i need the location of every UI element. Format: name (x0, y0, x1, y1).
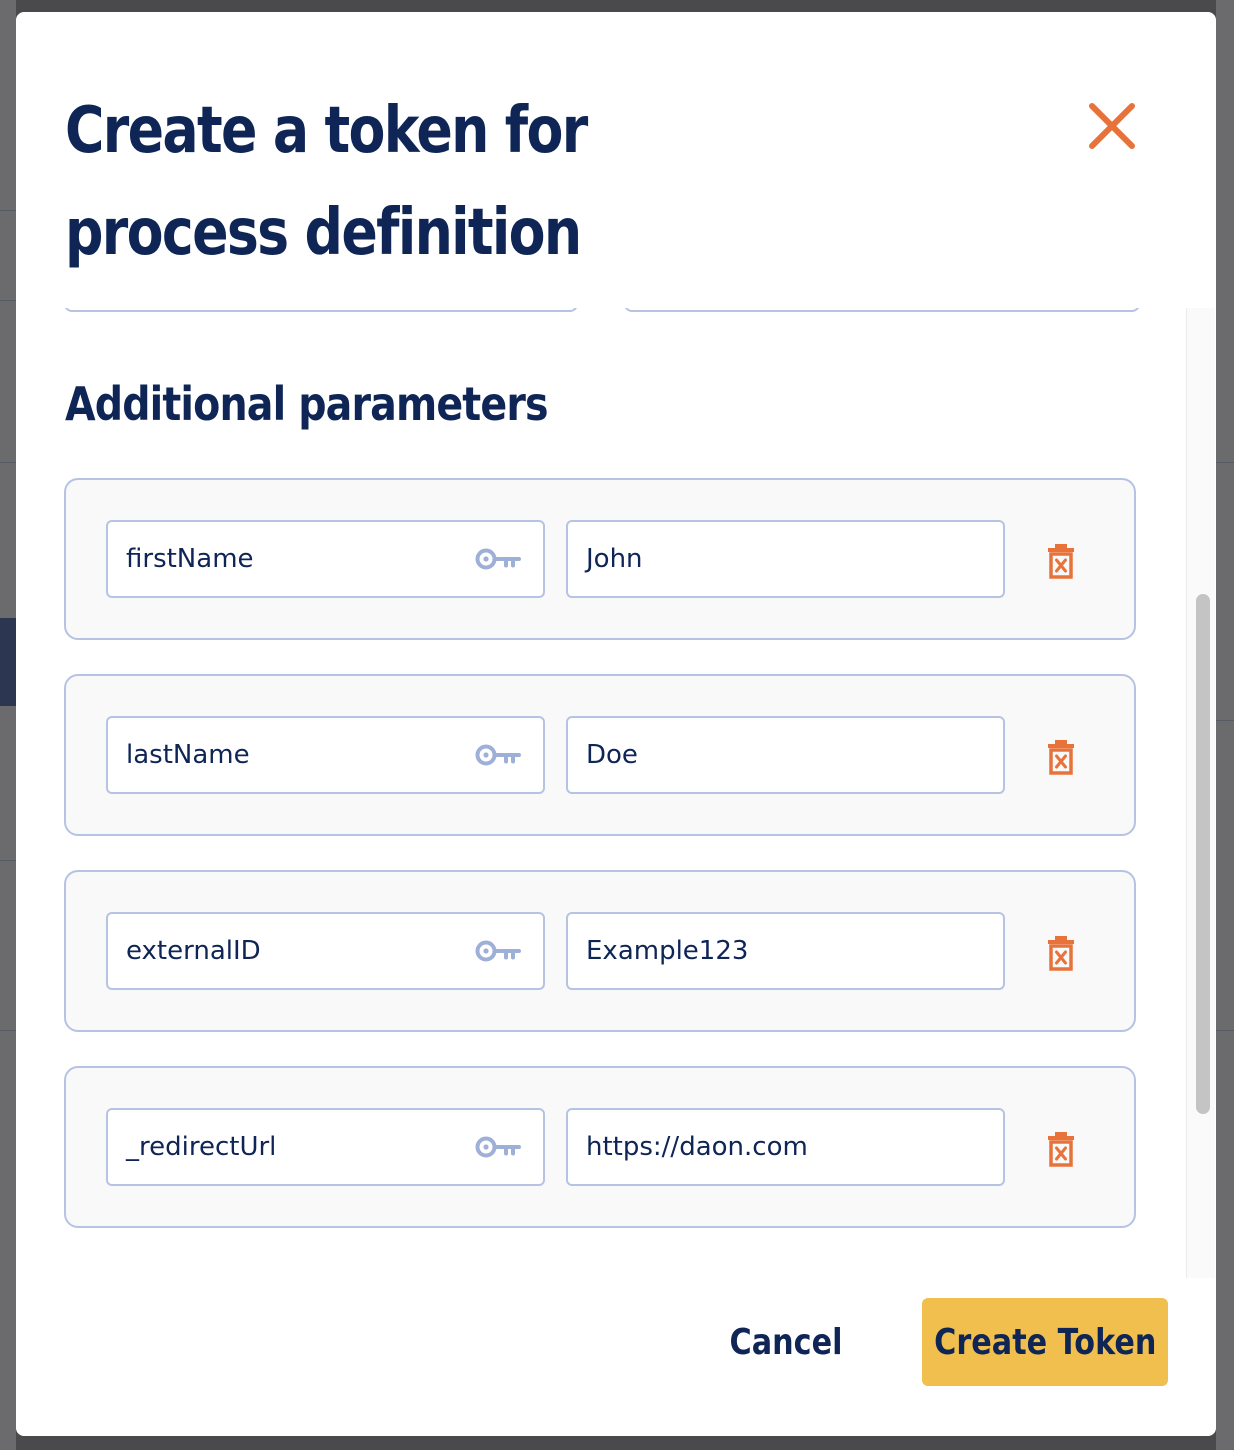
modal-scroll-area[interactable]: Additional parameters firstName John las… (16, 308, 1216, 1278)
parameter-card: externalID Example123 (64, 870, 1136, 1032)
partial-field-left[interactable] (64, 308, 578, 312)
background-button-fragment (0, 618, 16, 706)
parameter-value-text: Example123 (586, 936, 749, 966)
background-divider (1216, 1030, 1234, 1031)
background-divider (0, 462, 16, 463)
parameter-value-text: https://daon.com (586, 1132, 808, 1162)
cancel-button[interactable]: Cancel (719, 1298, 853, 1386)
create-token-modal: Create a token for process definition Ad… (16, 12, 1216, 1436)
trash-icon (1048, 936, 1074, 971)
background-divider (0, 1030, 16, 1031)
trash-icon (1048, 544, 1074, 579)
create-token-label: Create Token (933, 1321, 1157, 1363)
parameter-value-field[interactable]: John (566, 520, 1005, 598)
scrollbar[interactable] (1186, 308, 1215, 1278)
parameter-card: lastName Doe (64, 674, 1136, 836)
key-icon (475, 940, 521, 962)
parameter-key-field[interactable]: externalID (106, 912, 545, 990)
parameter-key-field[interactable]: _redirectUrl (106, 1108, 545, 1186)
parameter-key-field[interactable]: firstName (106, 520, 545, 598)
key-icon (475, 744, 521, 766)
partial-field-right[interactable] (624, 308, 1140, 312)
delete-parameter-button[interactable] (1044, 1130, 1078, 1168)
delete-parameter-button[interactable] (1044, 542, 1078, 580)
trash-icon (1048, 740, 1074, 775)
background-divider (0, 210, 16, 211)
parameter-value-text: John (586, 544, 643, 574)
create-token-button[interactable]: Create Token (922, 1298, 1168, 1386)
parameter-key-value: lastName (126, 740, 250, 770)
close-button[interactable] (1080, 94, 1144, 158)
background-divider (1216, 462, 1234, 463)
parameter-value-text: Doe (586, 740, 638, 770)
parameter-value-field[interactable]: Doe (566, 716, 1005, 794)
key-icon (475, 548, 521, 570)
section-title: Additional parameters (65, 377, 549, 431)
delete-parameter-button[interactable] (1044, 934, 1078, 972)
modal-title: Create a token for process definition (65, 94, 588, 270)
parameter-key-field[interactable]: lastName (106, 716, 545, 794)
parameter-key-value: _redirectUrl (126, 1132, 277, 1162)
key-icon (475, 1136, 521, 1158)
parameter-key-value: firstName (126, 544, 254, 574)
background-divider (1216, 720, 1234, 721)
parameter-value-field[interactable]: https://daon.com (566, 1108, 1005, 1186)
background-left-strip (0, 0, 16, 1450)
background-divider (0, 860, 16, 861)
parameter-key-value: externalID (126, 936, 261, 966)
close-icon (1089, 103, 1135, 149)
scrollbar-thumb[interactable] (1196, 594, 1210, 1114)
parameter-value-field[interactable]: Example123 (566, 912, 1005, 990)
background-divider (0, 300, 16, 301)
parameter-card: firstName John (64, 478, 1136, 640)
parameter-card: _redirectUrl https://daon.com (64, 1066, 1136, 1228)
background-right-strip (1216, 0, 1234, 1450)
trash-icon (1048, 1132, 1074, 1167)
delete-parameter-button[interactable] (1044, 738, 1078, 776)
